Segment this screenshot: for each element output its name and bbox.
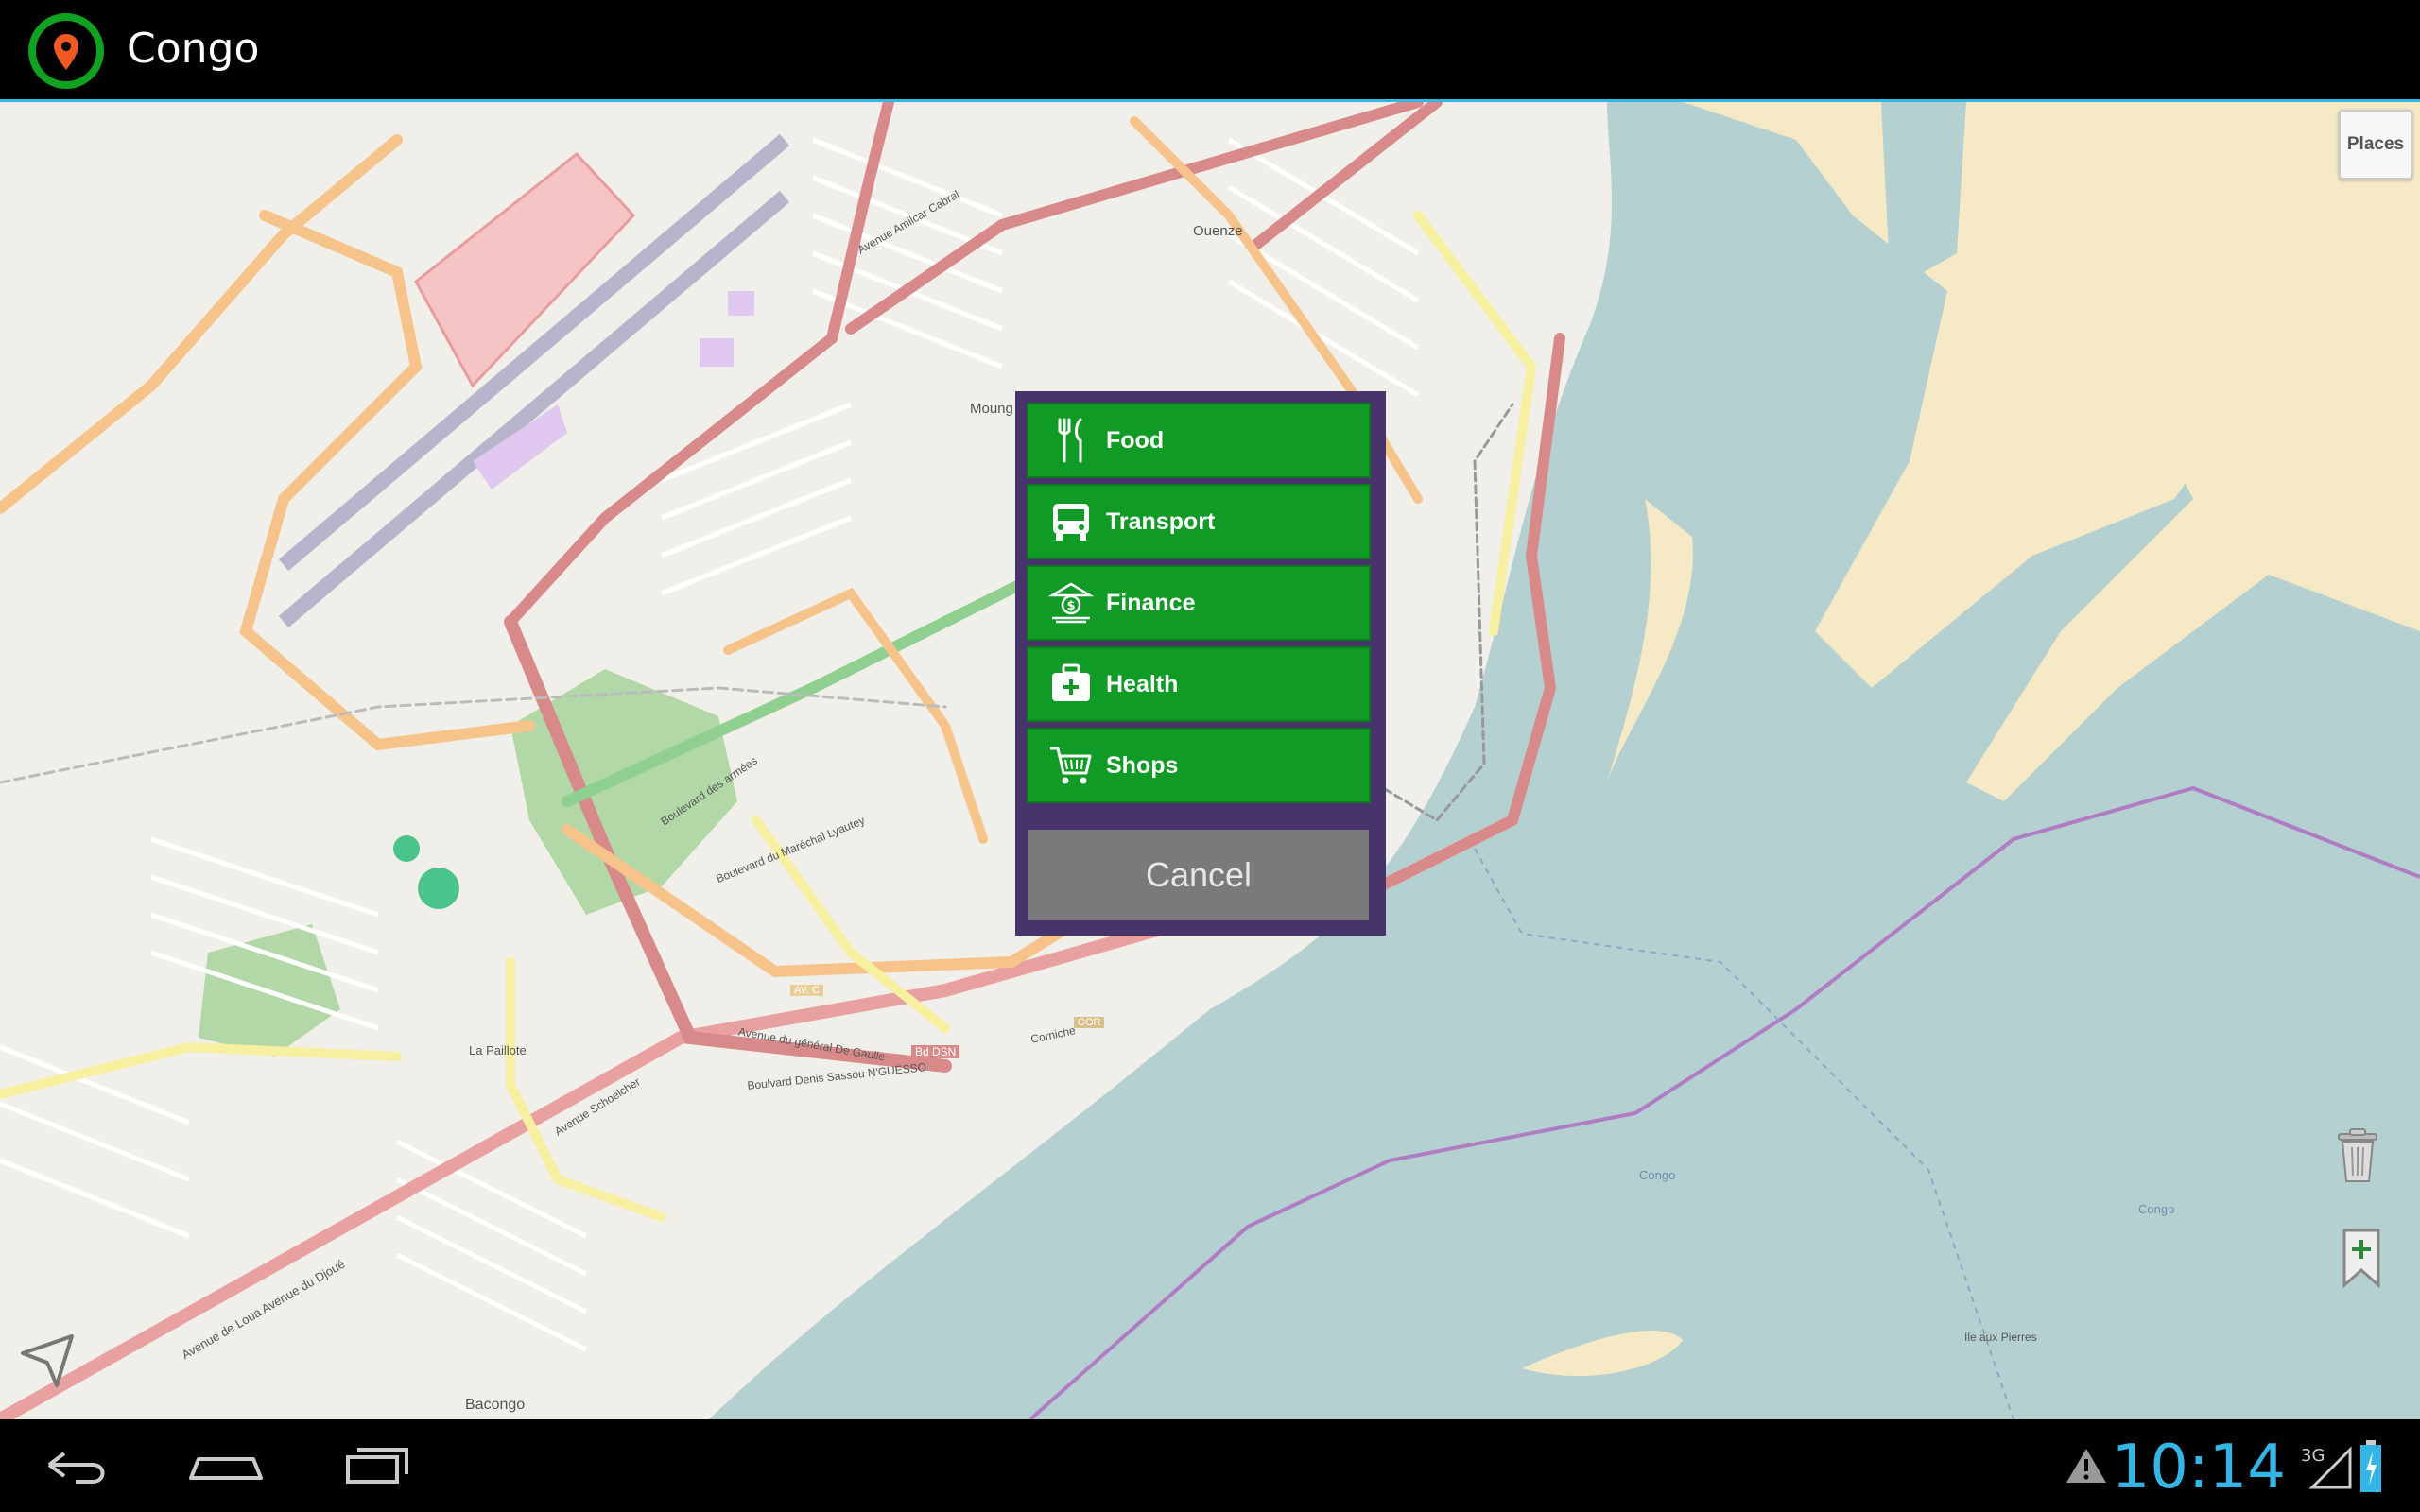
cancel-button[interactable]: Cancel bbox=[1028, 830, 1369, 920]
map-pin-icon bbox=[54, 34, 78, 70]
menu-item-food[interactable]: Food bbox=[1027, 403, 1371, 478]
places-button[interactable]: Places bbox=[2339, 110, 2412, 180]
first-aid-kit-icon bbox=[1042, 655, 1100, 713]
menu-item-label: Shops bbox=[1106, 751, 1179, 779]
map-label-congo-river-2: Congo bbox=[2138, 1202, 2175, 1216]
signal-icon bbox=[2301, 1444, 2354, 1495]
map-label-congo-river: Congo bbox=[1639, 1168, 1676, 1182]
navigation-bar: 10:14 3G bbox=[0, 1419, 2420, 1512]
menu-item-label: Food bbox=[1106, 426, 1165, 454]
bookmark-plus-icon bbox=[2342, 1228, 2380, 1289]
map-label-av-c: AV. C bbox=[790, 985, 823, 996]
menu-item-label: Transport bbox=[1106, 507, 1216, 535]
map-label-bd-dsn: Bd DSN bbox=[911, 1045, 960, 1058]
map-label-moungali: Moung bbox=[970, 401, 1013, 417]
bus-icon bbox=[1042, 492, 1100, 551]
app-title: Congo bbox=[127, 25, 260, 73]
recent-apps-button[interactable] bbox=[342, 1436, 414, 1497]
map-label-bacongo: Bacongo bbox=[465, 1397, 526, 1413]
navigation-arrow-icon bbox=[21, 1334, 74, 1387]
recent-apps-icon bbox=[346, 1448, 408, 1484]
app-icon[interactable] bbox=[28, 13, 104, 89]
back-arrow-icon bbox=[47, 1452, 105, 1484]
bank-icon: $ bbox=[1042, 574, 1100, 632]
battery-icon bbox=[2358, 1438, 2384, 1499]
menu-item-transport[interactable]: Transport bbox=[1027, 484, 1371, 559]
category-dialog: Food Transport $ Finance Health Shops Ca… bbox=[1015, 391, 1386, 936]
home-icon bbox=[189, 1457, 263, 1480]
fork-knife-icon bbox=[1042, 411, 1100, 470]
menu-item-finance[interactable]: $ Finance bbox=[1027, 565, 1371, 641]
map-label-ouenze: Ouenze bbox=[1193, 223, 1243, 239]
shopping-cart-icon bbox=[1042, 736, 1100, 795]
menu-item-shops[interactable]: Shops bbox=[1027, 728, 1371, 803]
warning-icon[interactable] bbox=[2065, 1446, 2108, 1489]
home-button[interactable] bbox=[185, 1436, 267, 1497]
menu-item-label: Health bbox=[1106, 670, 1179, 697]
trash-icon bbox=[2338, 1128, 2377, 1182]
clock[interactable]: 10:14 bbox=[2112, 1433, 2286, 1503]
map-label-la-paillote: La Paillote bbox=[469, 1043, 527, 1057]
map-label-cor: COR bbox=[1074, 1017, 1105, 1028]
map-label-ile-aux-pierres: Ile aux Pierres bbox=[1964, 1331, 2037, 1344]
svg-text:$: $ bbox=[1066, 599, 1075, 613]
action-bar: Congo bbox=[0, 0, 2420, 102]
menu-item-health[interactable]: Health bbox=[1027, 646, 1371, 722]
back-button[interactable] bbox=[38, 1436, 113, 1497]
menu-item-label: Finance bbox=[1106, 589, 1196, 616]
